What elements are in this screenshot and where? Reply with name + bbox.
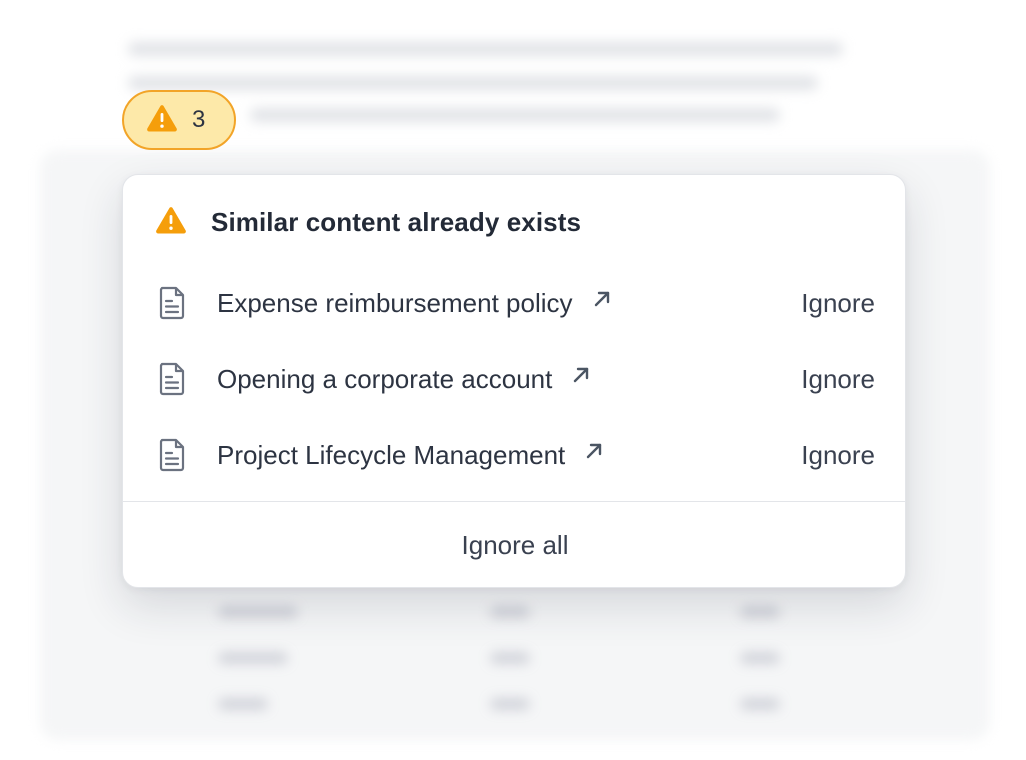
similar-content-link[interactable]: Expense reimbursement policy xyxy=(217,288,613,319)
similar-content-link[interactable]: Opening a corporate account xyxy=(217,364,592,395)
external-arrow-icon xyxy=(591,288,613,310)
document-icon xyxy=(157,285,187,321)
ignore-button[interactable]: Ignore xyxy=(801,364,875,395)
similar-content-item: Expense reimbursement policy Ignore xyxy=(157,281,875,325)
similar-content-link[interactable]: Project Lifecycle Management xyxy=(217,440,605,471)
similar-content-item: Project Lifecycle Management Ignore xyxy=(157,433,875,477)
screen: 3 Similar content already exists Expense… xyxy=(0,0,1026,760)
warning-count: 3 xyxy=(192,106,206,133)
similar-content-title: Expense reimbursement policy xyxy=(217,287,573,318)
warning-triangle-icon xyxy=(146,104,178,137)
similar-content-title: Project Lifecycle Management xyxy=(217,439,566,470)
ignore-button[interactable]: Ignore xyxy=(801,440,875,471)
external-arrow-icon xyxy=(570,364,592,386)
external-arrow-icon xyxy=(583,440,605,462)
popover-header: Similar content already exists xyxy=(155,205,581,239)
document-icon xyxy=(157,361,187,397)
ignore-button[interactable]: Ignore xyxy=(801,288,875,319)
warning-triangle-icon xyxy=(155,206,187,239)
similar-content-item: Opening a corporate account Ignore xyxy=(157,357,875,401)
warning-count-badge[interactable]: 3 xyxy=(122,90,236,150)
similar-content-title: Opening a corporate account xyxy=(217,363,553,394)
similar-content-popover: Similar content already exists Expense r… xyxy=(122,174,906,588)
ignore-all-button[interactable]: Ignore all xyxy=(123,502,905,587)
popover-title: Similar content already exists xyxy=(211,206,582,237)
document-icon xyxy=(157,437,187,473)
